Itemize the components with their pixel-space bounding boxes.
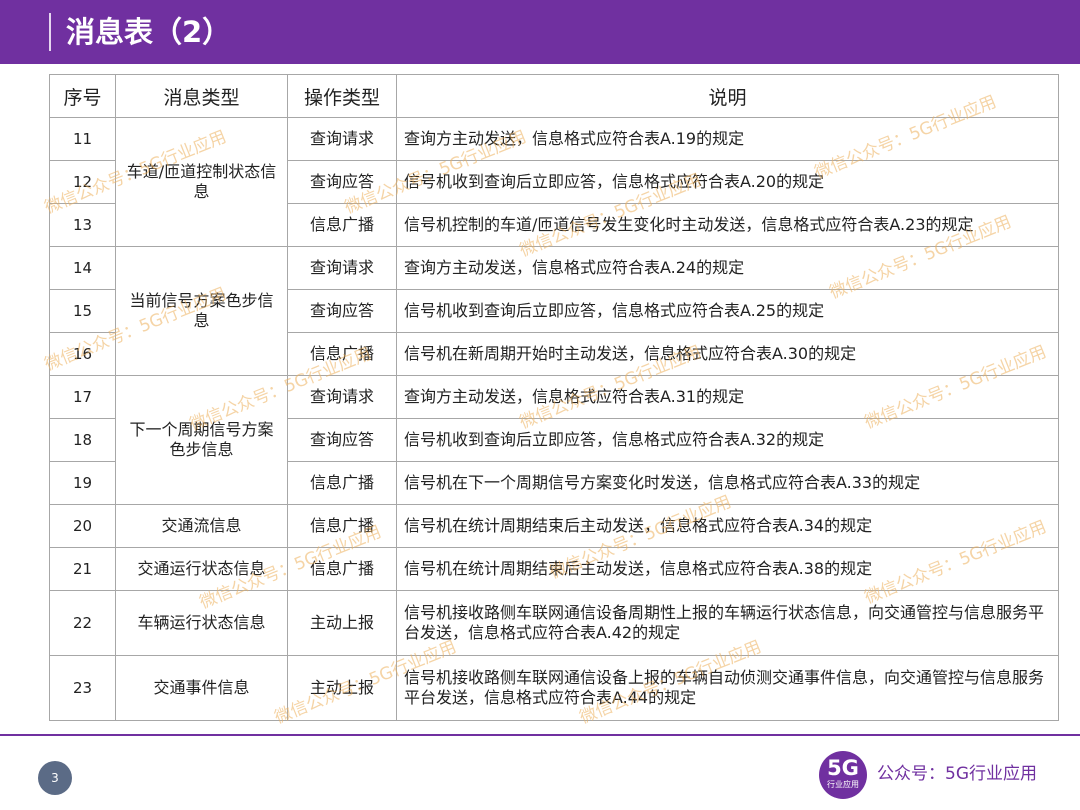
table-row: 21 交通运行状态信息 信息广播 信号机在统计周期结束后主动发送，信息格式应符合… bbox=[49, 547, 1059, 591]
row-number: 12 bbox=[49, 160, 116, 204]
row-number: 15 bbox=[49, 289, 116, 333]
description-cell: 信号机接收路侧车联网通信设备周期性上报的车辆运行状态信息，向交通管控与信息服务平… bbox=[396, 590, 1059, 656]
table-row: 14 当前信号方案色步信息 查询请求 查询方主动发送，信息格式应符合表A.24的… bbox=[49, 246, 1059, 376]
table-row: 17 下一个周期信号方案色步信息 查询请求 查询方主动发送，信息格式应符合表A.… bbox=[49, 375, 1059, 505]
message-type-cell: 交通流信息 bbox=[115, 504, 288, 548]
table-row: 11 车道/匝道控制状态信息 查询请求 查询方主动发送，信息格式应符合表A.19… bbox=[49, 117, 1059, 247]
row-number: 17 bbox=[49, 375, 116, 419]
message-table: 序号 消息类型 操作类型 说明 11 车道/匝道控制状态信息 查询请求 查询方主… bbox=[49, 74, 1059, 721]
operation-type-cell: 主动上报 bbox=[287, 655, 397, 721]
operation-type-cell: 查询请求 bbox=[287, 117, 397, 161]
operation-type-cell: 查询请求 bbox=[287, 246, 397, 290]
table-row: 20 交通流信息 信息广播 信号机在统计周期结束后主动发送，信息格式应符合表A.… bbox=[49, 504, 1059, 548]
operation-type-cell: 查询应答 bbox=[287, 418, 397, 462]
row-number: 16 bbox=[49, 332, 116, 376]
message-type-cell: 交通运行状态信息 bbox=[115, 547, 288, 591]
header-banner: 消息表（2） bbox=[0, 0, 1080, 64]
operation-type-cell: 信息广播 bbox=[287, 332, 397, 376]
message-type-cell: 车辆运行状态信息 bbox=[115, 590, 288, 656]
description-cell: 信号机收到查询后立即应答，信息格式应符合表A.32的规定 bbox=[396, 418, 1059, 462]
col-header-description: 说明 bbox=[396, 74, 1059, 118]
row-number: 11 bbox=[49, 117, 116, 161]
page-number: 3 bbox=[38, 761, 72, 795]
row-number: 19 bbox=[49, 461, 116, 505]
operation-type-cell: 信息广播 bbox=[287, 461, 397, 505]
description-cell: 信号机在统计周期结束后主动发送，信息格式应符合表A.34的规定 bbox=[396, 504, 1059, 548]
description-cell: 信号机接收路侧车联网通信设备上报的车辆自动侦测交通事件信息，向交通管控与信息服务… bbox=[396, 655, 1059, 721]
description-cell: 信号机收到查询后立即应答，信息格式应符合表A.20的规定 bbox=[396, 160, 1059, 204]
row-number: 18 bbox=[49, 418, 116, 462]
description-cell: 信号机在统计周期结束后主动发送，信息格式应符合表A.38的规定 bbox=[396, 547, 1059, 591]
col-header-message-type: 消息类型 bbox=[115, 74, 288, 118]
description-cell: 信号机在下一个周期信号方案变化时发送，信息格式应符合表A.33的规定 bbox=[396, 461, 1059, 505]
5g-logo: 5G 行业应用 bbox=[819, 751, 867, 799]
operation-type-cell: 查询应答 bbox=[287, 160, 397, 204]
row-number: 21 bbox=[49, 547, 116, 591]
logo-sub-text: 行业应用 bbox=[827, 780, 859, 789]
operation-type-cell: 主动上报 bbox=[287, 590, 397, 656]
row-number: 22 bbox=[49, 590, 116, 656]
col-header-operation-type: 操作类型 bbox=[287, 74, 397, 118]
operation-type-cell: 查询请求 bbox=[287, 375, 397, 419]
account-name: 公众号：5G行业应用 bbox=[877, 764, 1037, 784]
message-type-cell: 交通事件信息 bbox=[115, 655, 288, 721]
description-cell: 信号机收到查询后立即应答，信息格式应符合表A.25的规定 bbox=[396, 289, 1059, 333]
table-row: 22 车辆运行状态信息 主动上报 信号机接收路侧车联网通信设备周期性上报的车辆运… bbox=[49, 590, 1059, 656]
description-cell: 查询方主动发送，信息格式应符合表A.19的规定 bbox=[396, 117, 1059, 161]
page-title: 消息表（2） bbox=[66, 15, 232, 49]
message-type-cell: 车道/匝道控制状态信息 bbox=[115, 117, 288, 247]
description-cell: 信号机控制的车道/匝道信号发生变化时主动发送，信息格式应符合表A.23的规定 bbox=[396, 203, 1059, 247]
row-number: 14 bbox=[49, 246, 116, 290]
operation-type-cell: 查询应答 bbox=[287, 289, 397, 333]
message-type-cell: 下一个周期信号方案色步信息 bbox=[115, 375, 288, 505]
row-number: 20 bbox=[49, 504, 116, 548]
table-header-row: 序号 消息类型 操作类型 说明 bbox=[49, 74, 1059, 118]
row-number: 13 bbox=[49, 203, 116, 247]
description-cell: 查询方主动发送，信息格式应符合表A.31的规定 bbox=[396, 375, 1059, 419]
description-cell: 查询方主动发送，信息格式应符合表A.24的规定 bbox=[396, 246, 1059, 290]
operation-type-cell: 信息广播 bbox=[287, 203, 397, 247]
footer-divider bbox=[0, 734, 1080, 736]
header-divider bbox=[49, 13, 51, 51]
logo-main-text: 5G bbox=[827, 756, 859, 780]
table-row: 23 交通事件信息 主动上报 信号机接收路侧车联网通信设备上报的车辆自动侦测交通… bbox=[49, 655, 1059, 721]
row-number: 23 bbox=[49, 655, 116, 721]
col-header-number: 序号 bbox=[49, 74, 116, 118]
operation-type-cell: 信息广播 bbox=[287, 504, 397, 548]
description-cell: 信号机在新周期开始时主动发送，信息格式应符合表A.30的规定 bbox=[396, 332, 1059, 376]
message-type-cell: 当前信号方案色步信息 bbox=[115, 246, 288, 376]
operation-type-cell: 信息广播 bbox=[287, 547, 397, 591]
